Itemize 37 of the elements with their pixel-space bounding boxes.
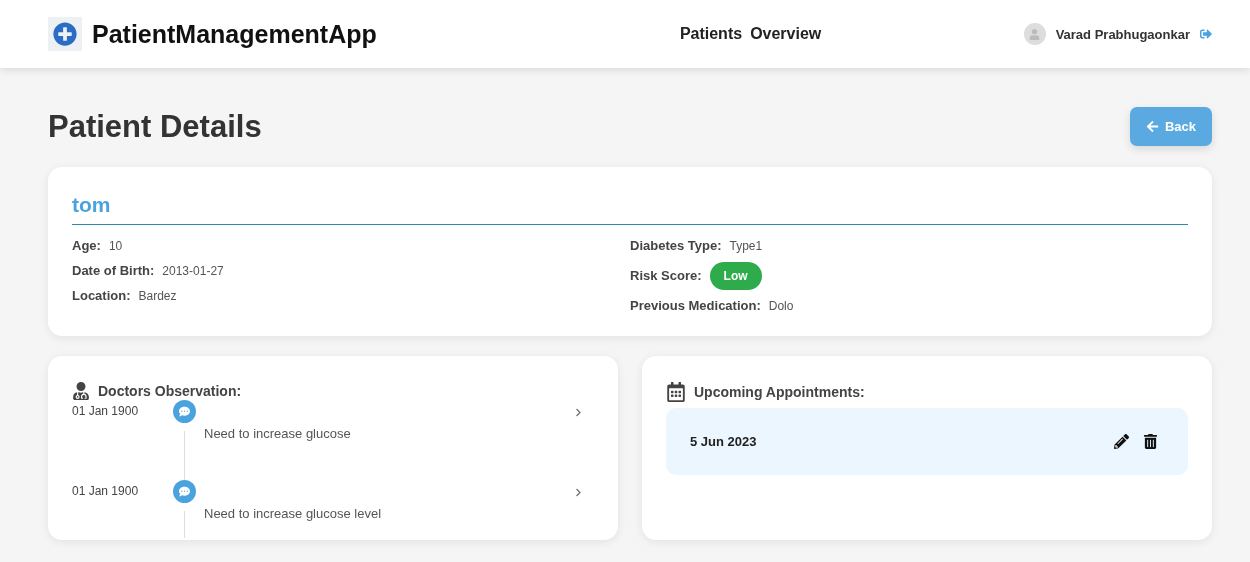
chevron-icon[interactable]	[574, 408, 583, 418]
user-name: Varad Prabhugaonkar	[1055, 26, 1190, 42]
page-title: Patient Details	[48, 108, 262, 145]
arrow-left-icon	[1145, 120, 1159, 133]
observation-date: 01 Jan 1900	[72, 404, 140, 421]
field-label: Diabetes Type:	[630, 238, 722, 254]
field-value: Dolo	[768, 298, 794, 313]
avatar-icon	[1023, 23, 1046, 45]
field-label: Previous Medication:	[630, 298, 761, 314]
field-label: Date of Birth:	[72, 263, 155, 279]
edit-icon[interactable]	[1114, 434, 1129, 450]
nav-link[interactable]: Patients	[679, 25, 743, 43]
nav-link[interactable]: Overview	[750, 25, 822, 43]
field-label: Risk Score:	[630, 268, 702, 284]
field-value: Type1	[729, 238, 763, 253]
risk-badge: Low	[709, 261, 762, 290]
observation-note: Need to increase glucose	[204, 426, 352, 444]
appointment-date: 5 Jun 2023	[690, 434, 757, 450]
calendar-icon	[666, 382, 686, 403]
delete-icon[interactable]	[1143, 434, 1158, 450]
card-title: Upcoming Appointments:	[694, 384, 865, 401]
field-label: Location:	[72, 288, 131, 304]
field-value: Bardez	[138, 288, 177, 303]
field-value: 2013-01-27	[162, 263, 224, 278]
chevron-icon[interactable]	[574, 488, 583, 498]
logout-icon[interactable]	[1200, 28, 1212, 40]
comment-icon	[172, 400, 196, 424]
medical-cross-icon	[48, 17, 82, 51]
comment-icon	[172, 480, 196, 504]
observation-note: Need to increase glucose level	[204, 506, 383, 524]
field-label: Age:	[72, 238, 101, 254]
patient-name: tom	[72, 193, 1188, 226]
doctor-icon	[72, 382, 90, 401]
card-title: Doctors Observation:	[98, 383, 242, 400]
observation-date: 01 Jan 1900	[72, 484, 140, 501]
app-name: PatientManagementApp	[92, 19, 377, 49]
field-value: 10	[108, 238, 123, 253]
